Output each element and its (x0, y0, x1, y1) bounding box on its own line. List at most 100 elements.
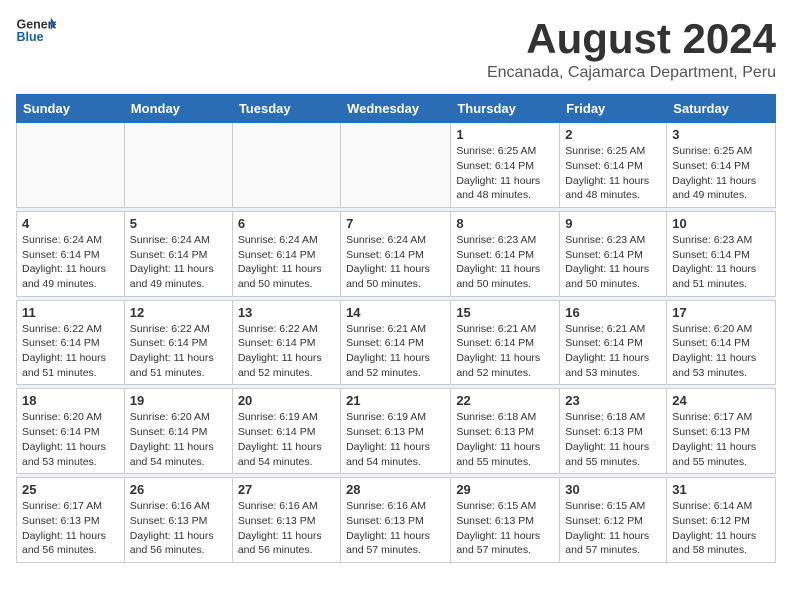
calendar-day-10: 10Sunrise: 6:23 AM Sunset: 6:14 PM Dayli… (667, 211, 776, 296)
logo: General Blue (16, 16, 56, 44)
day-number: 9 (565, 216, 661, 231)
day-info: Sunrise: 6:17 AM Sunset: 6:13 PM Dayligh… (22, 499, 119, 558)
day-number: 22 (456, 393, 554, 408)
weekday-header-monday: Monday (124, 95, 232, 123)
day-number: 12 (130, 305, 227, 320)
day-info: Sunrise: 6:25 AM Sunset: 6:14 PM Dayligh… (672, 144, 770, 203)
calendar-table: SundayMondayTuesdayWednesdayThursdayFrid… (16, 94, 776, 563)
day-info: Sunrise: 6:16 AM Sunset: 6:13 PM Dayligh… (346, 499, 445, 558)
calendar-week-row: 11 Sunrise: 6:22 AM Sunset: 6:14 PM Dayli… (17, 300, 776, 385)
day-info: Sunrise: 6:24 AM Sunset: 6:14 PM Dayligh… (238, 233, 335, 292)
day-number: 14 (346, 305, 445, 320)
day-number: 7 (346, 216, 445, 231)
day-info: Sunrise: 6:15 AM Sunset: 6:13 PM Dayligh… (456, 499, 554, 558)
day-number: 13 (238, 305, 335, 320)
day-number: 16 (565, 305, 661, 320)
day-info: Sunrise: 6:17 AM Sunset: 6:13 PM Dayligh… (672, 410, 770, 469)
calendar-day-2: 2 Sunrise: 6:25 AM Sunset: 6:14 PM Daylig… (560, 123, 667, 208)
calendar-empty-cell (341, 123, 451, 208)
calendar-day-23: 23 Sunrise: 6:18 AM Sunset: 6:13 PM Dayli… (560, 389, 667, 474)
weekday-header-wednesday: Wednesday (341, 95, 451, 123)
calendar-day-18: 18 Sunrise: 6:20 AM Sunset: 6:14 PM Dayli… (17, 389, 125, 474)
day-info: Sunrise: 6:16 AM Sunset: 6:13 PM Dayligh… (238, 499, 335, 558)
day-info: Sunrise: 6:22 AM Sunset: 6:14 PM Dayligh… (22, 322, 119, 381)
weekday-header-saturday: Saturday (667, 95, 776, 123)
weekday-header-row: SundayMondayTuesdayWednesdayThursdayFrid… (17, 95, 776, 123)
day-number: 29 (456, 482, 554, 497)
calendar-week-row: 18 Sunrise: 6:20 AM Sunset: 6:14 PM Dayli… (17, 389, 776, 474)
day-number: 4 (22, 216, 119, 231)
day-info: Sunrise: 6:21 AM Sunset: 6:14 PM Dayligh… (456, 322, 554, 381)
calendar-day-15: 15 Sunrise: 6:21 AM Sunset: 6:14 PM Dayli… (451, 300, 560, 385)
calendar-day-7: 7Sunrise: 6:24 AM Sunset: 6:14 PM Daylig… (341, 211, 451, 296)
day-info: Sunrise: 6:15 AM Sunset: 6:12 PM Dayligh… (565, 499, 661, 558)
calendar-day-27: 27Sunrise: 6:16 AM Sunset: 6:13 PM Dayli… (232, 478, 340, 563)
calendar-day-6: 6 Sunrise: 6:24 AM Sunset: 6:14 PM Daylig… (232, 211, 340, 296)
day-number: 2 (565, 127, 661, 142)
day-number: 17 (672, 305, 770, 320)
day-info: Sunrise: 6:24 AM Sunset: 6:14 PM Dayligh… (130, 233, 227, 292)
day-info: Sunrise: 6:19 AM Sunset: 6:13 PM Dayligh… (346, 410, 445, 469)
day-number: 23 (565, 393, 661, 408)
calendar-day-13: 13 Sunrise: 6:22 AM Sunset: 6:14 PM Dayli… (232, 300, 340, 385)
day-info: Sunrise: 6:23 AM Sunset: 6:14 PM Dayligh… (672, 233, 770, 292)
calendar-day-30: 30 Sunrise: 6:15 AM Sunset: 6:12 PM Dayli… (560, 478, 667, 563)
calendar-empty-cell (124, 123, 232, 208)
day-number: 6 (238, 216, 335, 231)
day-number: 28 (346, 482, 445, 497)
day-info: Sunrise: 6:21 AM Sunset: 6:14 PM Dayligh… (346, 322, 445, 381)
day-info: Sunrise: 6:23 AM Sunset: 6:14 PM Dayligh… (456, 233, 554, 292)
day-info: Sunrise: 6:24 AM Sunset: 6:14 PM Dayligh… (22, 233, 119, 292)
day-info: Sunrise: 6:25 AM Sunset: 6:14 PM Dayligh… (565, 144, 661, 203)
day-info: Sunrise: 6:20 AM Sunset: 6:14 PM Dayligh… (22, 410, 119, 469)
day-number: 15 (456, 305, 554, 320)
day-number: 26 (130, 482, 227, 497)
day-number: 25 (22, 482, 119, 497)
location-subtitle: Encanada, Cajamarca Department, Peru (487, 64, 776, 82)
calendar-day-8: 8 Sunrise: 6:23 AM Sunset: 6:14 PM Daylig… (451, 211, 560, 296)
day-number: 1 (456, 127, 554, 142)
logo-icon: General Blue (16, 16, 56, 44)
calendar-day-26: 26 Sunrise: 6:16 AM Sunset: 6:13 PM Dayli… (124, 478, 232, 563)
calendar-day-20: 20Sunrise: 6:19 AM Sunset: 6:14 PM Dayli… (232, 389, 340, 474)
day-info: Sunrise: 6:16 AM Sunset: 6:13 PM Dayligh… (130, 499, 227, 558)
calendar-week-row: 25 Sunrise: 6:17 AM Sunset: 6:13 PM Dayli… (17, 478, 776, 563)
day-info: Sunrise: 6:20 AM Sunset: 6:14 PM Dayligh… (130, 410, 227, 469)
day-number: 11 (22, 305, 119, 320)
svg-text:Blue: Blue (17, 30, 44, 44)
calendar-empty-cell (232, 123, 340, 208)
day-info: Sunrise: 6:14 AM Sunset: 6:12 PM Dayligh… (672, 499, 770, 558)
day-info: Sunrise: 6:19 AM Sunset: 6:14 PM Dayligh… (238, 410, 335, 469)
day-info: Sunrise: 6:21 AM Sunset: 6:14 PM Dayligh… (565, 322, 661, 381)
calendar-day-29: 29 Sunrise: 6:15 AM Sunset: 6:13 PM Dayli… (451, 478, 560, 563)
calendar-week-row: 4 Sunrise: 6:24 AM Sunset: 6:14 PM Daylig… (17, 211, 776, 296)
day-number: 21 (346, 393, 445, 408)
day-number: 8 (456, 216, 554, 231)
page-header: General Blue August 2024 Encanada, Cajam… (16, 16, 776, 82)
calendar-day-1: 1 Sunrise: 6:25 AM Sunset: 6:14 PM Daylig… (451, 123, 560, 208)
day-number: 18 (22, 393, 119, 408)
day-number: 30 (565, 482, 661, 497)
weekday-header-tuesday: Tuesday (232, 95, 340, 123)
day-info: Sunrise: 6:18 AM Sunset: 6:13 PM Dayligh… (565, 410, 661, 469)
calendar-day-9: 9 Sunrise: 6:23 AM Sunset: 6:14 PM Daylig… (560, 211, 667, 296)
day-number: 31 (672, 482, 770, 497)
day-info: Sunrise: 6:22 AM Sunset: 6:14 PM Dayligh… (238, 322, 335, 381)
day-info: Sunrise: 6:20 AM Sunset: 6:14 PM Dayligh… (672, 322, 770, 381)
day-number: 5 (130, 216, 227, 231)
weekday-header-thursday: Thursday (451, 95, 560, 123)
calendar-day-3: 3 Sunrise: 6:25 AM Sunset: 6:14 PM Daylig… (667, 123, 776, 208)
calendar-day-21: 21 Sunrise: 6:19 AM Sunset: 6:13 PM Dayli… (341, 389, 451, 474)
calendar-day-4: 4 Sunrise: 6:24 AM Sunset: 6:14 PM Daylig… (17, 211, 125, 296)
calendar-day-11: 11 Sunrise: 6:22 AM Sunset: 6:14 PM Dayli… (17, 300, 125, 385)
calendar-day-22: 22 Sunrise: 6:18 AM Sunset: 6:13 PM Dayli… (451, 389, 560, 474)
calendar-day-17: 17 Sunrise: 6:20 AM Sunset: 6:14 PM Dayli… (667, 300, 776, 385)
day-info: Sunrise: 6:25 AM Sunset: 6:14 PM Dayligh… (456, 144, 554, 203)
calendar-day-28: 28 Sunrise: 6:16 AM Sunset: 6:13 PM Dayli… (341, 478, 451, 563)
calendar-week-row: 1 Sunrise: 6:25 AM Sunset: 6:14 PM Daylig… (17, 123, 776, 208)
day-info: Sunrise: 6:18 AM Sunset: 6:13 PM Dayligh… (456, 410, 554, 469)
calendar-empty-cell (17, 123, 125, 208)
day-info: Sunrise: 6:23 AM Sunset: 6:14 PM Dayligh… (565, 233, 661, 292)
day-number: 3 (672, 127, 770, 142)
day-info: Sunrise: 6:22 AM Sunset: 6:14 PM Dayligh… (130, 322, 227, 381)
